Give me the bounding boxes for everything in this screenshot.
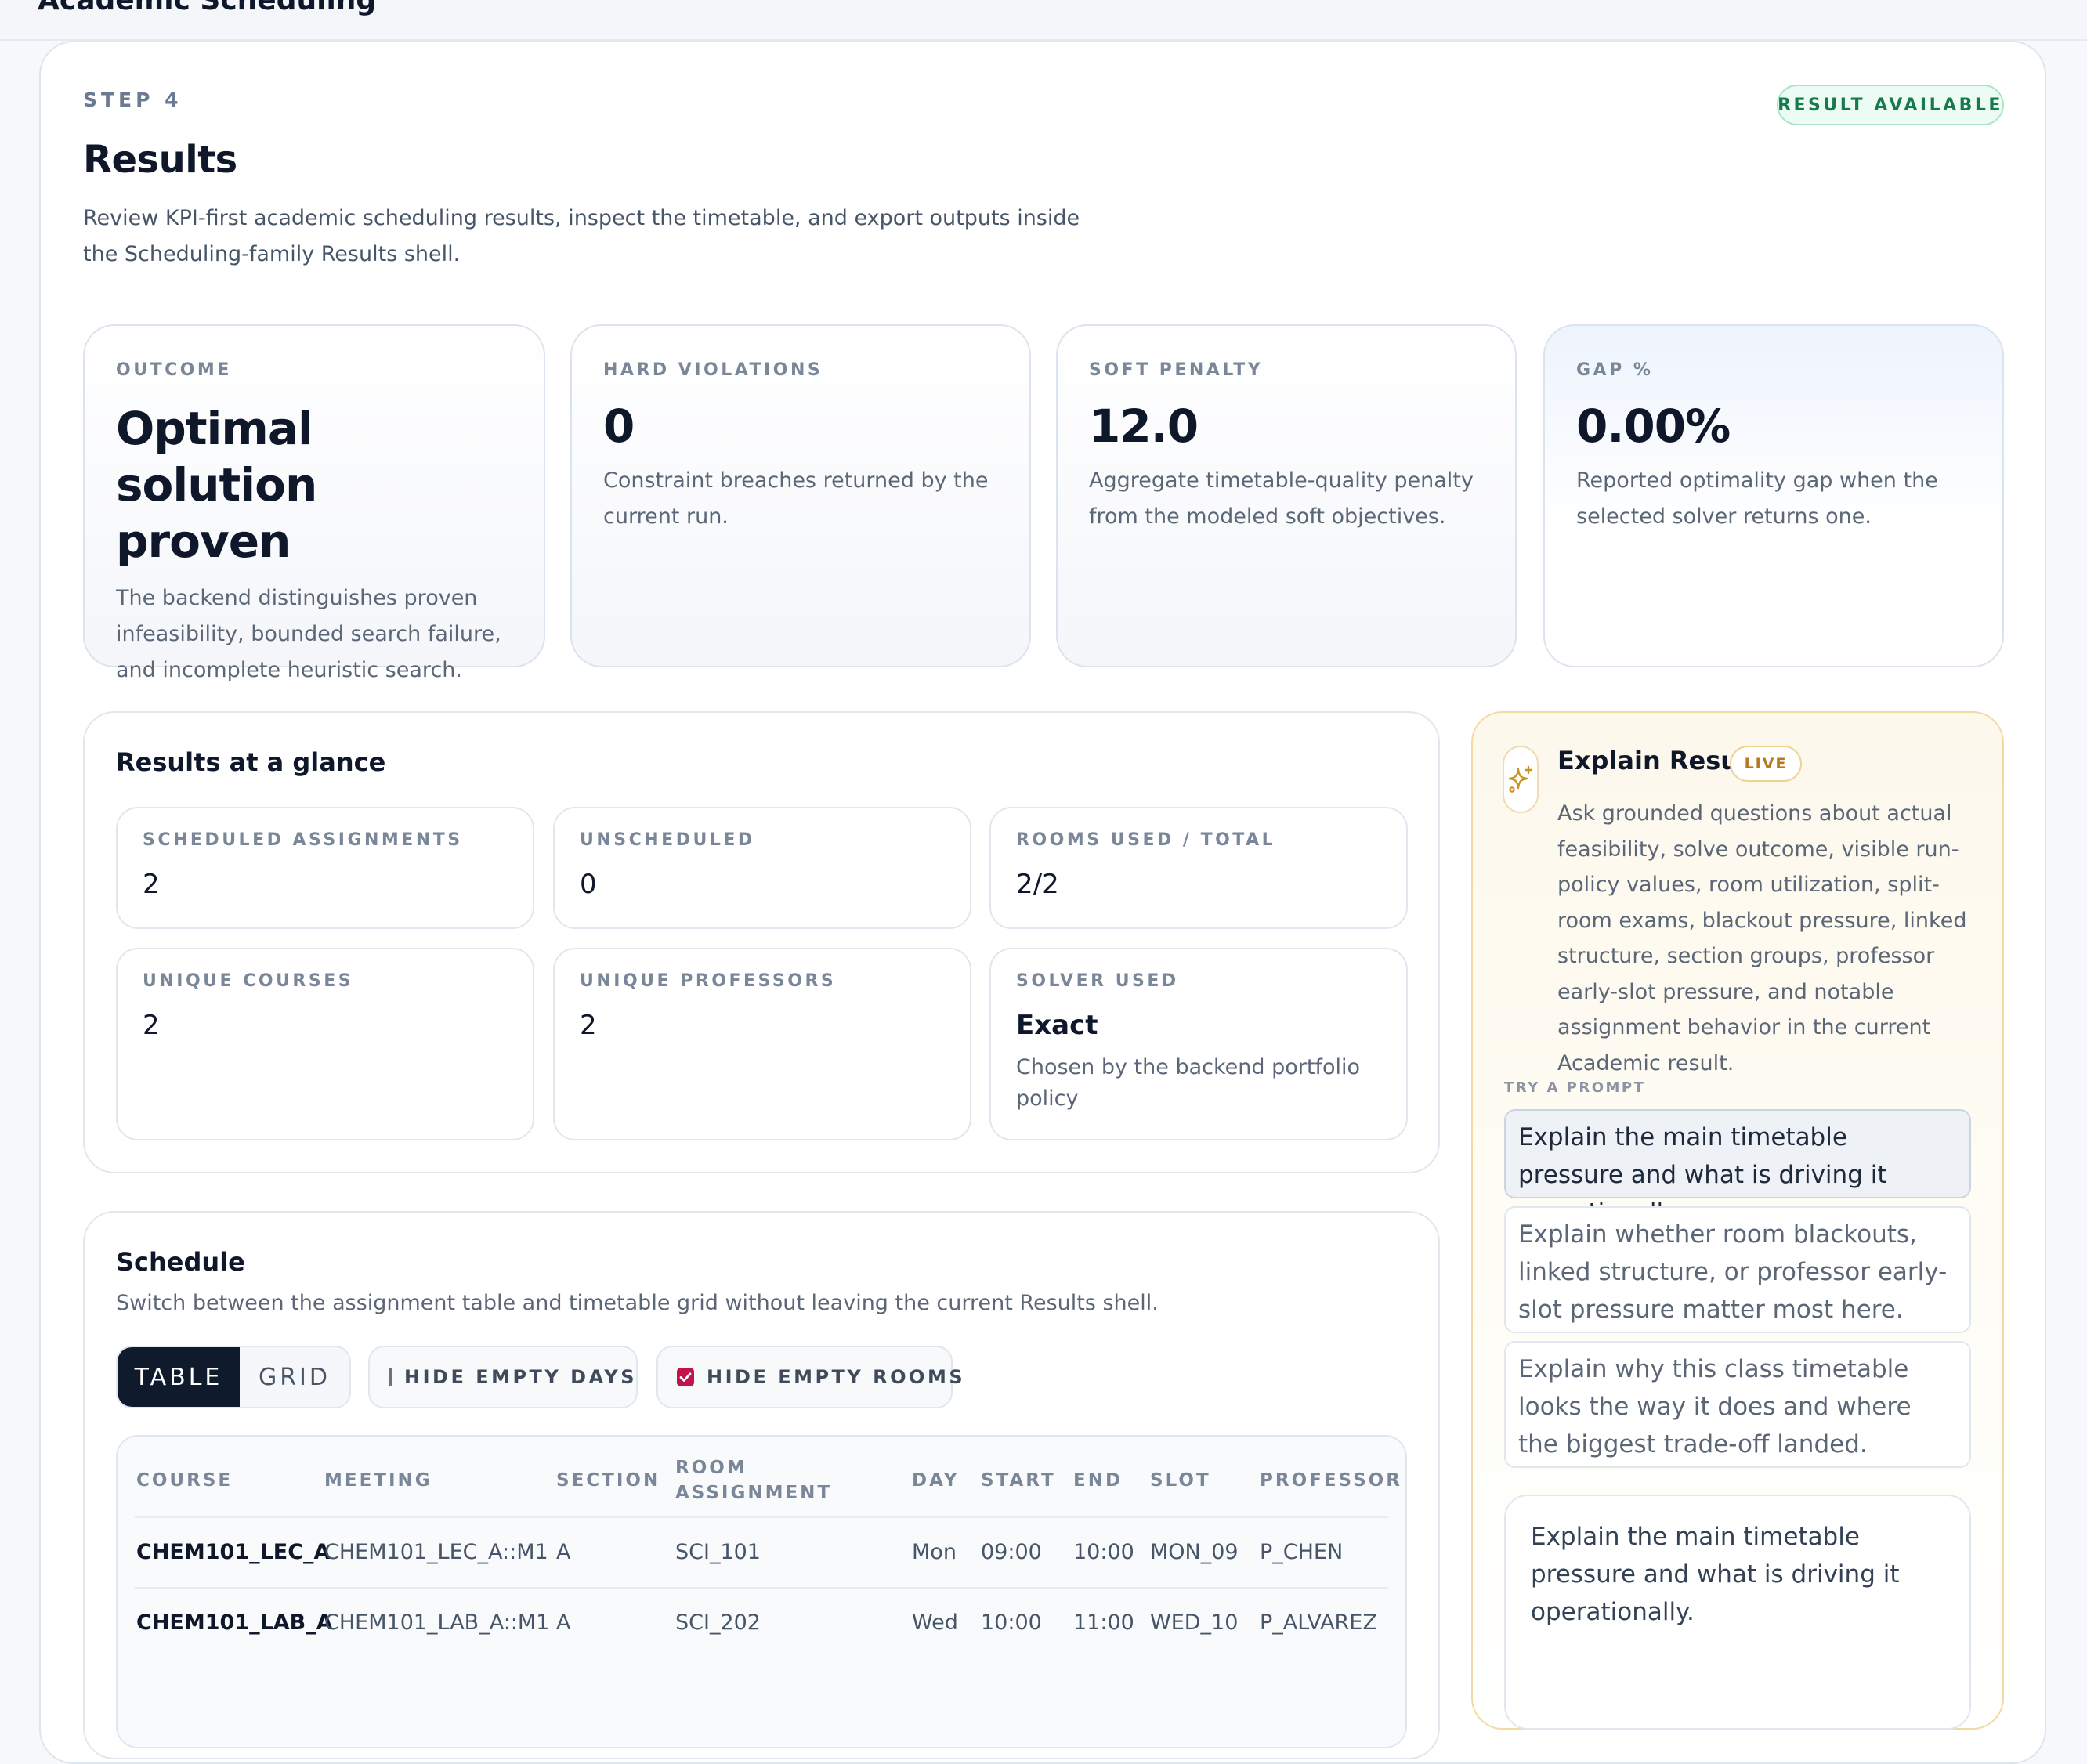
kpi-card-hard-violations: HARD VIOLATIONS 0 Constraint breaches re…	[570, 324, 1031, 667]
page-title: Results	[83, 138, 237, 182]
hide-empty-rooms-label: HIDE EMPTY ROOMS	[707, 1366, 966, 1388]
kpi-value: 0	[603, 399, 635, 453]
stat-label: ROOMS USED / TOTAL	[1016, 830, 1276, 850]
stat-label: SCHEDULED ASSIGNMENTS	[143, 830, 463, 850]
kpi-value: 12.0	[1089, 399, 1199, 453]
stat-label: UNIQUE COURSES	[143, 971, 354, 991]
stat-value: 2/2	[1016, 869, 1059, 900]
kpi-card-soft-penalty: SOFT PENALTY 12.0 Aggregate timetable-qu…	[1056, 324, 1517, 667]
checkmark-icon	[679, 1372, 692, 1382]
kpi-description: The backend distinguishes proven infeasi…	[116, 586, 501, 682]
view-grid-button[interactable]: GRID	[240, 1347, 349, 1407]
stat-unique-professors: UNIQUE PROFESSORS 2	[553, 948, 971, 1140]
top-bar: Academic Scheduling	[0, 0, 2087, 41]
cell-course: CHEM101_LEC_A	[136, 1540, 331, 1564]
col-slot[interactable]: SLOT	[1150, 1468, 1211, 1493]
view-table-button[interactable]: TABLE	[118, 1347, 240, 1407]
cell-slot: MON_09	[1150, 1540, 1239, 1564]
col-professor[interactable]: PROFESSOR	[1260, 1468, 1402, 1493]
col-end[interactable]: END	[1073, 1468, 1123, 1493]
row-divider	[135, 1587, 1388, 1589]
kpi-label: OUTCOME	[116, 360, 232, 380]
col-room-assignment[interactable]: ROOM ASSIGNMENT	[675, 1455, 832, 1506]
cell-day: Wed	[912, 1610, 958, 1635]
col-section[interactable]: SECTION	[556, 1468, 660, 1493]
stat-label: UNSCHEDULED	[580, 830, 755, 850]
col-meeting[interactable]: MEETING	[324, 1468, 432, 1493]
sparkle-icon	[1503, 746, 1539, 813]
row-divider	[135, 1516, 1388, 1518]
kpi-label: HARD VIOLATIONS	[603, 360, 823, 380]
schedule-subtitle: Switch between the assignment table and …	[116, 1291, 1159, 1315]
step-label: STEP 4	[83, 89, 183, 111]
cell-meeting: CHEM101_LEC_A::M1	[324, 1540, 548, 1564]
cell-course: CHEM101_LAB_A	[136, 1610, 333, 1635]
stat-label: UNIQUE PROFESSORS	[580, 971, 837, 991]
kpi-value: Optimal solution proven	[116, 402, 317, 568]
cell-end: 11:00	[1073, 1610, 1134, 1635]
cell-professor: P_CHEN	[1260, 1540, 1344, 1564]
stat-value: 0	[580, 869, 597, 900]
cell-professor: P_ALVAREZ	[1260, 1610, 1377, 1635]
hide-empty-rooms-toggle[interactable]: HIDE EMPTY ROOMS	[656, 1346, 963, 1408]
page-description: Review KPI-first academic scheduling res…	[83, 206, 1080, 266]
cell-room: SCI_202	[675, 1610, 761, 1635]
kpi-description: Reported optimality gap when the selecte…	[1576, 468, 1938, 529]
stat-value: Exact	[1016, 1010, 1098, 1041]
app-title: Academic Scheduling	[38, 0, 377, 16]
hide-empty-rooms-checkbox[interactable]	[677, 1368, 694, 1386]
cell-start: 10:00	[981, 1610, 1042, 1635]
stat-solver-used: SOLVER USED Exact Chosen by the backend …	[989, 948, 1408, 1140]
kpi-card-outcome: OUTCOME Optimal solution proven The back…	[83, 324, 545, 682]
kpi-label: SOFT PENALTY	[1089, 360, 1264, 380]
cell-section: A	[556, 1610, 571, 1635]
hide-empty-days-toggle[interactable]: HIDE EMPTY DAYS	[368, 1346, 638, 1408]
prompt-suggestion[interactable]: Explain the main timetable pressure and …	[1504, 1109, 1971, 1227]
cell-room: SCI_101	[675, 1540, 761, 1564]
col-course[interactable]: COURSE	[136, 1468, 233, 1493]
cell-meeting: CHEM101_LAB_A::M1	[324, 1610, 550, 1635]
stat-scheduled-assignments: SCHEDULED ASSIGNMENTS 2	[116, 807, 534, 929]
stat-unscheduled: UNSCHEDULED 0	[553, 807, 971, 929]
kpi-label: GAP %	[1576, 360, 1654, 380]
stat-value: 2	[580, 1010, 597, 1041]
kpi-description: Aggregate timetable-quality penalty from…	[1089, 468, 1474, 529]
live-badge: LIVE	[1730, 746, 1802, 782]
hide-empty-days-checkbox[interactable]	[389, 1368, 392, 1386]
stat-label: SOLVER USED	[1016, 971, 1179, 991]
hide-empty-days-label: HIDE EMPTY DAYS	[404, 1366, 638, 1388]
view-toggle: TABLE GRID	[116, 1346, 351, 1408]
prompt-suggestion[interactable]: Explain why this class timetable looks t…	[1504, 1341, 1971, 1468]
cell-section: A	[556, 1540, 571, 1564]
explain-description: Ask grounded questions about actual feas…	[1557, 801, 1967, 1075]
stat-unique-courses: UNIQUE COURSES 2	[116, 948, 534, 1140]
explain-title: Explain Result	[1557, 746, 1760, 775]
try-prompt-label: TRY A PROMPT	[1504, 1079, 1646, 1096]
sparkle-glyph	[1508, 765, 1533, 793]
stat-rooms-used: ROOMS USED / TOTAL 2/2	[989, 807, 1408, 929]
status-badge: RESULT AVAILABLE	[1777, 85, 2004, 125]
glance-title: Results at a glance	[116, 747, 386, 777]
prompt-suggestion[interactable]: Explain whether room blackouts, linked s…	[1504, 1206, 1971, 1333]
cell-start: 09:00	[981, 1540, 1042, 1564]
cell-end: 10:00	[1073, 1540, 1134, 1564]
stat-value: 2	[143, 1010, 160, 1041]
question-input[interactable]: Explain the main timetable pressure and …	[1504, 1495, 1971, 1730]
cell-day: Mon	[912, 1540, 957, 1564]
stat-value: 2	[143, 869, 160, 900]
col-start[interactable]: START	[981, 1468, 1056, 1493]
kpi-card-gap: GAP % 0.00% Reported optimality gap when…	[1543, 324, 2004, 667]
kpi-description: Constraint breaches returned by the curr…	[603, 468, 989, 529]
cell-slot: WED_10	[1150, 1610, 1239, 1635]
kpi-value: 0.00%	[1576, 399, 1731, 453]
schedule-title: Schedule	[116, 1247, 245, 1277]
stat-note: Chosen by the backend portfolio policy	[1016, 1055, 1360, 1111]
col-day[interactable]: DAY	[912, 1468, 959, 1493]
